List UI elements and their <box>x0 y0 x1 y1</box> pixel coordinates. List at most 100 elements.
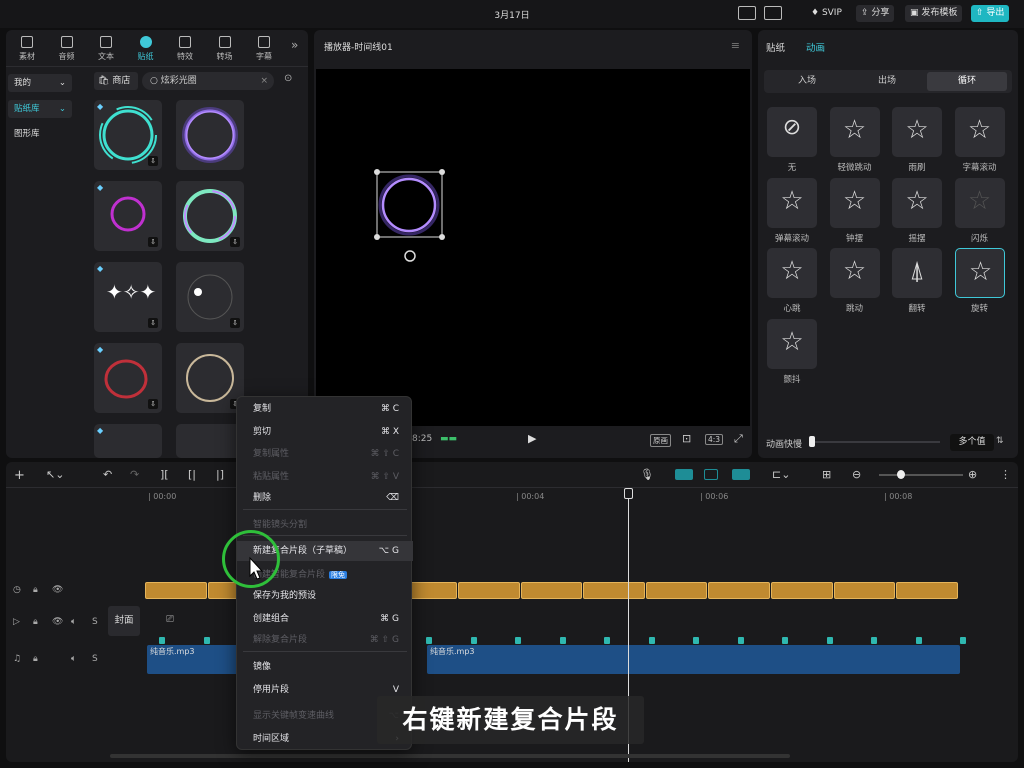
sticker-magenta-ring[interactable]: ◆ ⇩ <box>94 181 162 251</box>
animation-tile[interactable]: ☆ <box>892 177 942 228</box>
animation-tile[interactable]: ☆ <box>767 177 817 228</box>
redo-icon[interactable]: ↷ <box>130 468 139 481</box>
sticker-red-scribble-ring[interactable]: ◆ ⇩ <box>94 343 162 413</box>
tool-audio[interactable]: 音频 <box>52 34 82 62</box>
tool-effects[interactable]: 特效 <box>170 34 200 62</box>
share-button[interactable]: ⇪ 分享 <box>856 5 895 22</box>
animation-tile[interactable]: ☆ <box>829 248 880 298</box>
preview-axis-icon[interactable]: ⊏⌄ <box>772 468 790 481</box>
tab-animation[interactable]: 动画 <box>806 40 825 54</box>
download-icon[interactable]: ⇩ <box>230 237 240 247</box>
beat-marker[interactable] <box>203 637 210 644</box>
play-button[interactable]: ▶ <box>528 432 536 445</box>
publish-template-button[interactable]: ▣ 发布模板 <box>905 5 963 22</box>
sticker-violet-ring[interactable] <box>176 424 244 458</box>
split-icon[interactable]: ][ <box>160 468 169 481</box>
tool-transition[interactable]: 转场 <box>210 34 240 62</box>
beat-marker[interactable] <box>515 637 521 644</box>
sticker-clip[interactable] <box>708 582 770 599</box>
sticker-clip[interactable] <box>458 582 520 599</box>
sticker-clip[interactable] <box>896 582 958 599</box>
zoom-slider-handle[interactable] <box>897 470 905 479</box>
beat-marker[interactable] <box>960 637 966 644</box>
sticker-sparkles[interactable]: ◆ ✦✧✦ ⇩ <box>94 262 162 332</box>
animation-tile[interactable]: ☆ <box>767 318 817 369</box>
select-tool-icon[interactable]: ↖⌄ <box>46 468 64 481</box>
animation-tile[interactable]: ☆ <box>829 177 880 228</box>
zoom-fit-icon[interactable]: ⊞ <box>822 468 831 481</box>
sticker-clip[interactable] <box>645 582 708 599</box>
microphone-icon[interactable]: 🎙 <box>640 468 654 481</box>
image-search-icon[interactable]: ⊙ <box>284 73 292 84</box>
timeline-scrollbar[interactable] <box>110 754 790 758</box>
animation-speed-handle[interactable] <box>809 436 815 447</box>
beat-marker[interactable] <box>693 637 699 644</box>
animation-tile[interactable]: ☆ <box>954 177 1005 228</box>
sticker-rainbow-ring[interactable]: ⇩ <box>176 181 244 251</box>
lock-icon[interactable]: 🔒︎ <box>33 654 38 664</box>
solo-label[interactable]: S <box>92 617 98 627</box>
animation-tile[interactable]: ☆ <box>954 107 1005 157</box>
zoom-in-icon[interactable]: ⊕ <box>968 468 977 481</box>
zoom-slider[interactable] <box>879 474 963 476</box>
menu-item[interactable]: 镜像 <box>237 657 413 677</box>
menu-item[interactable]: 剪切 ⌘ X <box>237 422 413 442</box>
sticker-purple-glow-ring[interactable] <box>176 100 244 170</box>
selected-sticker-preview[interactable] <box>316 69 750 426</box>
tab-sticker[interactable]: 贴纸 <box>766 40 785 54</box>
sticker-clip[interactable] <box>833 582 896 599</box>
animation-speed-value[interactable]: 多个值 <box>950 434 994 451</box>
sticker-clip[interactable] <box>145 582 207 599</box>
solo-label[interactable]: S <box>92 654 98 664</box>
animation-tile[interactable]: ☆ <box>954 248 1005 298</box>
trim-right-icon[interactable]: |] <box>216 468 224 481</box>
download-icon[interactable]: ⇩ <box>148 156 158 166</box>
sticker-burst-ring[interactable]: ◆ <box>94 424 162 458</box>
beat-marker[interactable] <box>159 637 165 644</box>
store-button[interactable]: 🛍 商店 <box>94 72 138 90</box>
category-mine[interactable]: 我的 ⌄ <box>8 74 72 92</box>
sticker-gold-ring[interactable]: ⇩ <box>176 343 244 413</box>
sticker-search-input[interactable]: ○ 炫彩光圈 × <box>142 72 274 90</box>
more-tools-icon[interactable]: » <box>291 38 298 52</box>
export-button[interactable]: ⇧ 导出 <box>971 5 1010 22</box>
visibility-icon[interactable]: 👁︎ <box>52 585 63 595</box>
beat-marker[interactable] <box>426 637 432 644</box>
main-track-magnet-icon[interactable] <box>675 469 693 480</box>
menu-item[interactable]: 创建组合 ⌘ G <box>237 609 413 629</box>
animation-tile[interactable]: ☆ <box>829 107 880 157</box>
download-icon[interactable]: ⇩ <box>230 318 240 328</box>
preview-canvas[interactable] <box>316 69 750 426</box>
sticker-clip[interactable] <box>583 582 645 599</box>
trim-left-icon[interactable]: [| <box>188 468 196 481</box>
fullscreen-icon[interactable]: ⤢ <box>734 432 743 446</box>
sticker-lens-flare[interactable]: ⇩ <box>176 262 244 332</box>
svip-badge[interactable]: ♦ SVIP <box>806 5 847 22</box>
clear-search-icon[interactable]: × <box>260 72 268 90</box>
download-icon[interactable]: ⇩ <box>148 318 158 328</box>
menu-item[interactable]: 删除 ⌫ <box>237 488 413 508</box>
layout-icon[interactable] <box>764 6 782 20</box>
beat-marker[interactable] <box>470 637 477 644</box>
animation-tile[interactable]: ☆ <box>767 248 817 298</box>
animation-tile[interactable]: ⊘ <box>767 107 817 157</box>
sticker-clip[interactable] <box>771 582 833 599</box>
category-shape-library[interactable]: 图形库 <box>8 125 72 143</box>
tool-text[interactable]: 文本 <box>91 34 121 62</box>
download-icon[interactable]: ⇩ <box>148 237 158 247</box>
tool-sticker[interactable]: 贴纸 <box>131 34 161 62</box>
beat-marker[interactable] <box>604 637 610 644</box>
beat-marker[interactable] <box>782 637 788 644</box>
beat-marker[interactable] <box>648 637 655 644</box>
aspect-ratio-button[interactable]: 4:3 <box>705 434 724 445</box>
mute-icon[interactable]: 🔈︎ <box>71 654 76 664</box>
visibility-icon[interactable]: 👁︎ <box>52 617 63 627</box>
subtab-out[interactable]: 出场 <box>847 72 927 91</box>
beat-marker[interactable] <box>871 637 877 644</box>
audio-clip-2[interactable]: 纯音乐.mp3 <box>427 645 960 674</box>
original-quality-button[interactable]: 原画 <box>650 434 671 447</box>
tool-media[interactable]: 素材 <box>12 34 42 62</box>
add-track-icon[interactable]: + <box>14 468 25 483</box>
beat-marker[interactable] <box>915 637 922 644</box>
category-sticker-library[interactable]: 贴纸库 ⌄ <box>8 100 72 118</box>
